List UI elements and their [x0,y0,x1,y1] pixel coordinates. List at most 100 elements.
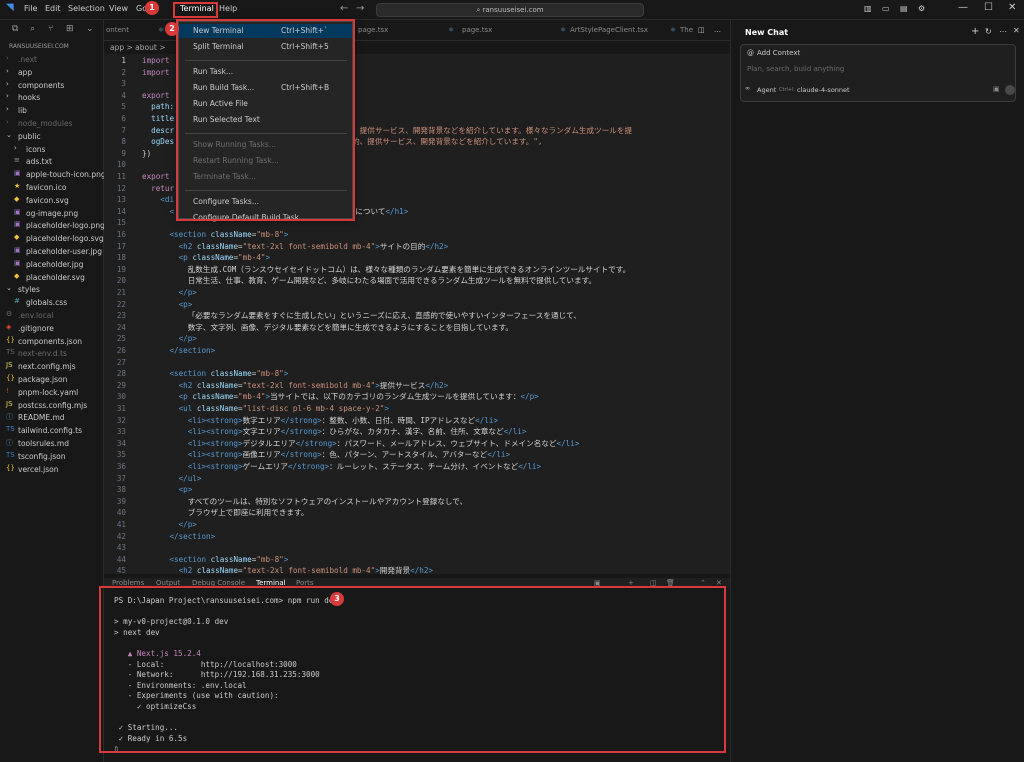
file-tree-item[interactable]: ▣ apple-touch-icon.png [0,169,104,182]
file-tree-item[interactable]: ⚙ .env.local [0,310,104,323]
model-selector[interactable]: claude-4-sonnet [797,86,850,94]
chat-placeholder: Plan, search, build anything [747,65,845,73]
menu-help[interactable]: Help [219,4,237,13]
file-name: public [18,131,41,141]
file-name: og-image.png [26,208,79,218]
file-tree-item[interactable]: ⌄ styles [0,284,104,297]
file-tree-item[interactable]: › components [0,80,104,93]
file-tree-item[interactable]: ◈ .gitignore [0,323,104,336]
menu-edit[interactable]: Edit [45,4,61,13]
tab-the[interactable]: The [680,26,693,34]
code-token: ：整数、小数、日付、時間、IPアドレスなど [321,415,476,425]
command-center-search[interactable]: ⌕ ransuuseisei.com [376,3,644,17]
file-tree-item[interactable]: ! pnpm-lock.yaml [0,387,104,400]
file-tree-item[interactable]: ⓘ toolsrules.md [0,438,104,451]
file-tree-item[interactable]: › .next [0,54,104,67]
file-tree-item[interactable]: ▣ og-image.png [0,208,104,221]
more-icon[interactable]: ⌄ [86,24,94,34]
customize-layout-icon[interactable]: ⚙ [918,4,925,13]
menu-view[interactable]: View [109,4,128,13]
file-name: icons [26,144,46,154]
code-token: "mb-8" [256,554,284,564]
more-icon[interactable]: ⋯ [999,27,1007,36]
code-line: 35 <li><strong>画像エリア</strong>：色、パターン、アート… [104,449,730,461]
code-token: 画像エリア [242,450,281,460]
file-tree-item[interactable]: {} components.json [0,336,104,349]
file-name: apple-touch-icon.png [26,170,104,180]
menu-selection[interactable]: Selection [68,4,105,13]
code-token: className [196,566,239,574]
forward-arrow-icon[interactable]: → [356,3,364,14]
file-tree-item[interactable]: TS tailwind.config.ts [0,425,104,438]
file-tree-item[interactable]: ★ favicon.ico [0,182,104,195]
code-text: すべてのツールは、特別なソフトウェアのインストールやアカウント登録なしで、 [142,496,467,508]
file-type-icon: {} [6,463,15,472]
file-tree-item[interactable]: ◆ placeholder-logo.svg [0,233,104,246]
code-token: retur [151,183,175,193]
file-tree-item[interactable]: › lib [0,105,104,118]
file-name: placeholder-user.jpg [26,246,102,256]
menu-file[interactable]: File [24,4,37,13]
source-control-icon[interactable]: ⑂ [48,24,53,34]
file-name: tsconfig.json [18,451,66,461]
line-number: 21 [116,288,126,297]
tab-content[interactable]: ontent [106,26,129,34]
file-tree-item[interactable]: ▣ placeholder.jpg [0,259,104,272]
code-token: <p [178,253,188,263]
add-context-button[interactable]: Add Context [757,49,800,57]
search-files-icon[interactable]: ⌕ [30,24,35,34]
file-tree-item[interactable]: › hooks [0,92,104,105]
code-token: <section [169,554,207,564]
minimize-button[interactable]: — [958,2,968,13]
code-token: "mb-8" [256,230,284,239]
more-actions-icon[interactable]: … [714,26,721,34]
file-tree-item[interactable]: › app [0,67,104,80]
file-tree-item[interactable]: ◆ placeholder.svg [0,272,104,285]
new-chat-icon[interactable]: + [971,26,979,37]
files-icon[interactable]: ⧉ [12,24,18,34]
toggle-panel-icon[interactable]: ▭ [882,4,890,13]
code-token: "mb-8" [256,369,284,379]
close-button[interactable]: ✕ [1008,2,1016,13]
code-token: <h2 [178,380,193,390]
tab-page-2[interactable]: page.tsx [462,26,492,34]
file-tree-item[interactable]: {} package.json [0,374,104,387]
line-number: 3 [121,79,126,89]
file-tree-item[interactable]: JS next.config.mjs [0,361,104,374]
chevron-icon: › [6,66,9,75]
send-icon[interactable] [1005,85,1015,95]
file-tree-item[interactable]: ⌄ public [0,131,104,144]
file-tree-item[interactable]: ▣ placeholder-logo.png [0,220,104,233]
tab-artstyle[interactable]: ArtStylePageClient.tsx [570,26,648,34]
agent-mode-selector[interactable]: Agent [757,86,776,94]
file-tree-item[interactable]: ≡ ads.txt [0,156,104,169]
file-tree-item[interactable]: {} vercel.json [0,464,104,477]
file-tree-item[interactable]: TS tsconfig.json [0,451,104,464]
code-text: <section className="mb-8"> [142,554,288,566]
back-arrow-icon[interactable]: ← [340,3,348,14]
file-tree-item[interactable]: JS postcss.config.mjs [0,400,104,413]
file-tree-item[interactable]: › node_modules [0,118,104,131]
file-tree-item[interactable]: › icons [0,144,104,157]
code-token: ogDes [151,137,175,147]
toggle-sidebar-icon[interactable]: ▥ [864,4,872,13]
maximize-button[interactable]: ☐ [984,2,993,13]
split-editor-icon[interactable]: ◫ [698,26,705,34]
close-chat-icon[interactable]: ✕ [1013,26,1020,35]
file-tree-item[interactable]: ▣ placeholder-user.jpg [0,246,104,259]
toggle-secondary-sidebar-icon[interactable]: ▤ [900,4,908,13]
file-tree-item[interactable]: TS next-env.d.ts [0,348,104,361]
history-icon[interactable]: ↻ [985,27,992,36]
tab-page-1[interactable]: page.tsx [358,26,388,34]
breadcrumb[interactable]: app > about > [110,43,165,52]
file-tree-item[interactable]: # globals.css [0,297,104,310]
file-tree-item[interactable]: ⓘ README.md [0,412,104,425]
chat-input-box[interactable]: @ Add Context Plan, search, build anythi… [740,44,1016,102]
file-name: package.json [18,374,68,384]
image-attach-icon[interactable]: ▣ [993,85,1000,93]
extensions-icon[interactable]: ⊞ [66,24,74,34]
file-tree-item[interactable]: ◆ favicon.svg [0,195,104,208]
